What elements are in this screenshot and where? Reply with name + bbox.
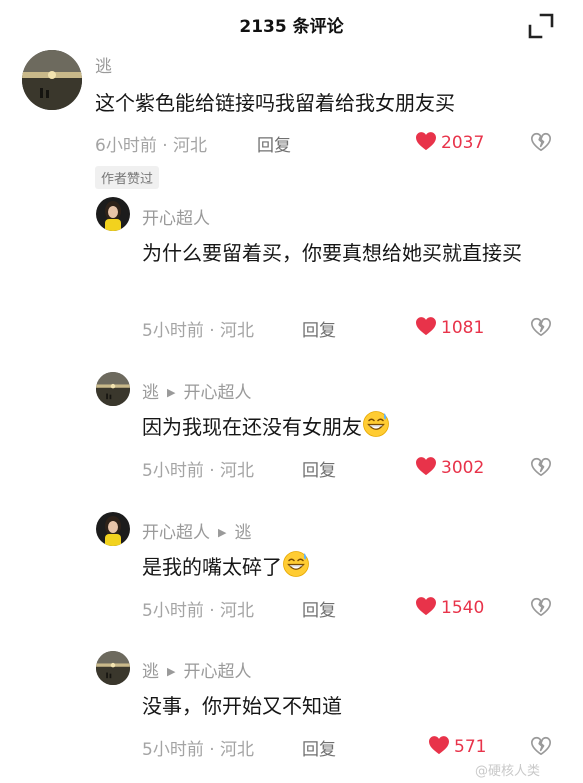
avatar[interactable] [96, 197, 130, 231]
reply-to-arrow-icon: ▶ [218, 526, 227, 539]
comment-text: 这个紫色能给链接吗我留着给我女朋友买 [95, 91, 455, 115]
reply-text: 为什么要留着买，你要真想给她买就直接买 [142, 241, 522, 265]
dislike-icon[interactable] [530, 735, 552, 757]
reply-author[interactable]: 逃 [142, 662, 159, 682]
dislike-icon[interactable] [530, 316, 552, 338]
avatar[interactable] [96, 651, 130, 685]
grin-sweat-emoji [362, 410, 390, 438]
reply-target[interactable]: 开心超人 [183, 662, 251, 682]
reply-time-location: 5小时前 · 河北 [142, 461, 255, 481]
dislike-icon[interactable] [530, 131, 552, 153]
reply-author-line: 开心超人 ▶ 逃 [142, 518, 251, 543]
reply-to-arrow-icon: ▶ [167, 386, 176, 399]
avatar[interactable] [96, 512, 130, 546]
reply-button[interactable]: 回复 [302, 735, 336, 760]
dislike-icon[interactable] [530, 596, 552, 618]
avatar[interactable] [96, 372, 130, 406]
heart-icon [428, 735, 450, 755]
reply-time-location: 5小时前 · 河北 [142, 740, 255, 760]
like-button[interactable]: 1540 [415, 596, 484, 618]
comment-count-title: 2135 条评论 [239, 17, 344, 37]
heart-icon [415, 131, 437, 151]
reply-to-arrow-icon: ▶ [167, 665, 176, 678]
reply-text: 因为我现在还没有女朋友 [142, 410, 562, 444]
like-count: 3002 [441, 458, 485, 478]
collapse-icon[interactable] [527, 12, 555, 40]
author-liked-badge: 作者赞过 [95, 166, 160, 189]
like-count: 1081 [441, 318, 485, 338]
grin-sweat-emoji [282, 550, 310, 578]
reply-text: 没事，你开始又不知道 [142, 694, 342, 718]
reply-time-location: 5小时前 · 河北 [142, 321, 255, 341]
reply-time-location: 5小时前 · 河北 [142, 601, 255, 621]
reply-author-line: 逃 ▶ 开心超人 [142, 378, 251, 403]
heart-icon [415, 316, 437, 336]
comment-author[interactable]: 逃 [95, 52, 112, 77]
reply-button[interactable]: 回复 [302, 596, 336, 621]
like-button[interactable]: 2037 [415, 131, 484, 153]
reply-text: 是我的嘴太碎了 [142, 550, 562, 584]
reply-author-line: 逃 ▶ 开心超人 [142, 657, 251, 682]
reply-author[interactable]: 开心超人 [142, 204, 210, 229]
reply-button[interactable]: 回复 [302, 316, 336, 341]
like-count: 571 [454, 737, 487, 757]
comment-time-location: 6小时前 · 河北 [95, 136, 208, 156]
avatar[interactable] [22, 50, 82, 110]
reply-target[interactable]: 逃 [234, 523, 251, 543]
like-count: 1540 [441, 598, 485, 618]
like-count: 2037 [441, 133, 485, 153]
like-button[interactable]: 3002 [415, 456, 484, 478]
reply-author[interactable]: 逃 [142, 383, 159, 403]
like-button[interactable]: 1081 [415, 316, 484, 338]
dislike-icon[interactable] [530, 456, 552, 478]
reply-target[interactable]: 开心超人 [183, 383, 251, 403]
reply-author[interactable]: 开心超人 [142, 523, 210, 543]
like-button[interactable]: 571 [428, 735, 486, 757]
heart-icon [415, 596, 437, 616]
reply-button[interactable]: 回复 [302, 456, 336, 481]
watermark: @硬核人类 [475, 764, 541, 779]
reply-button[interactable]: 回复 [257, 131, 291, 156]
heart-icon [415, 456, 437, 476]
